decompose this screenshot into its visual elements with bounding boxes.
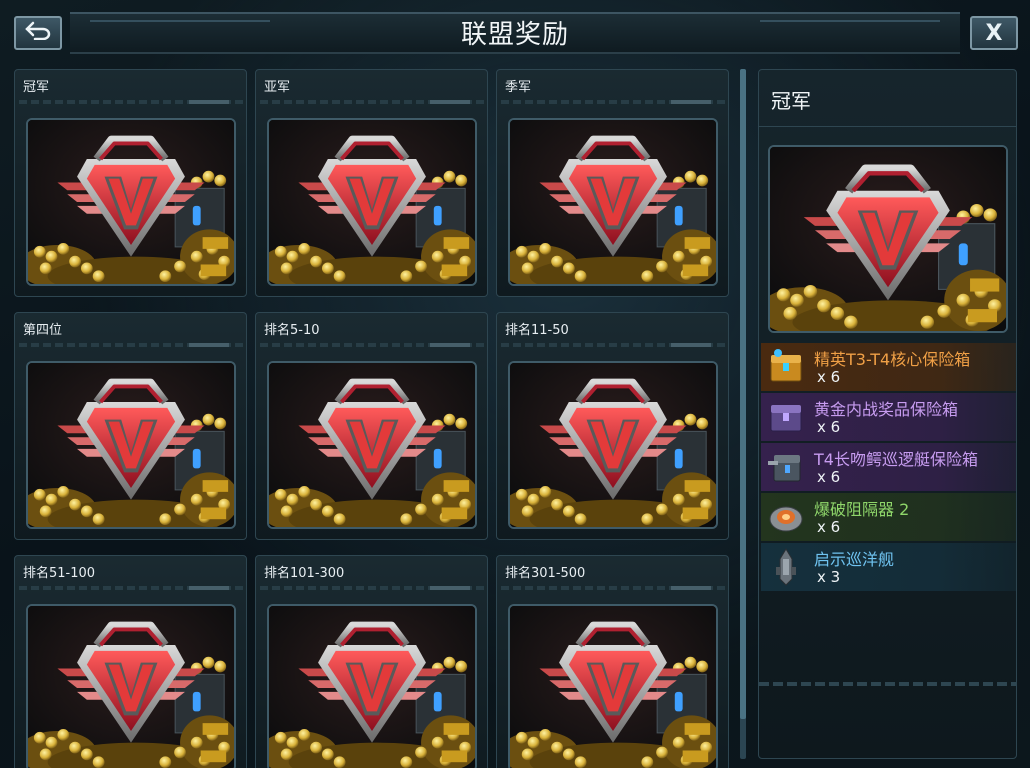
purple-crate-icon (766, 397, 806, 437)
item-quantity: x 6 (817, 368, 841, 386)
card-stripe (19, 100, 243, 104)
item-quantity: x 6 (817, 418, 841, 436)
card-reward-image (26, 604, 236, 768)
card-rank-label: 排名301-500 (505, 566, 586, 581)
alliance-emblem-icon (269, 120, 475, 284)
item-name: T4长吻鳄巡逻艇保险箱 (814, 450, 978, 469)
scrollbar[interactable] (740, 69, 746, 759)
reward-card[interactable]: 亚军 (255, 69, 488, 297)
card-reward-image (508, 118, 718, 286)
reward-card[interactable]: 排名51-100 (14, 555, 247, 768)
scrollbar-thumb[interactable] (740, 69, 746, 719)
reward-item-row[interactable]: 启示巡洋舰 x 3 (761, 543, 1016, 591)
card-rank-label: 冠军 (23, 80, 50, 95)
card-rank-label: 排名11-50 (505, 323, 569, 338)
back-arrow-icon (23, 20, 53, 46)
reward-card[interactable]: 排名11-50 (496, 312, 729, 540)
reward-item-row[interactable]: 精英T3-T4核心保险箱 x 6 (761, 343, 1016, 391)
close-label: X (985, 20, 1003, 46)
card-rank-label: 排名5-10 (264, 323, 320, 338)
reward-card[interactable]: 排名101-300 (255, 555, 488, 768)
divider (759, 126, 1016, 127)
alliance-emblem-icon (28, 120, 234, 284)
card-stripe (501, 343, 725, 347)
gold-crate-icon (766, 347, 806, 387)
item-quantity: x 6 (817, 518, 841, 536)
reward-item-row[interactable]: 黄金内战奖品保险箱 x 6 (761, 393, 1016, 441)
alliance-emblem-icon (269, 363, 475, 527)
card-reward-image (267, 361, 477, 529)
alliance-emblem-icon (770, 147, 1006, 331)
back-button[interactable] (14, 16, 62, 50)
alliance-emblem-icon (28, 606, 234, 768)
card-reward-image (267, 118, 477, 286)
page-title: 联盟奖励 (460, 20, 569, 50)
alliance-emblem-icon (510, 606, 716, 768)
detail-reward-image (768, 145, 1008, 333)
card-reward-image (267, 604, 477, 768)
item-name: 启示巡洋舰 (814, 550, 895, 569)
reward-item-row[interactable]: T4长吻鳄巡逻艇保险箱 x 6 (761, 443, 1016, 491)
item-quantity: x 3 (817, 568, 841, 586)
reward-card[interactable]: 季军 (496, 69, 729, 297)
card-reward-image (508, 604, 718, 768)
card-rank-label: 亚军 (264, 80, 291, 95)
alliance-emblem-icon (269, 606, 475, 768)
item-quantity: x 6 (817, 468, 841, 486)
card-stripe (19, 343, 243, 347)
alliance-emblem-icon (510, 363, 716, 527)
reward-grid: 冠军 亚军 季军 第四位 排名5-10 排名11-50 排名51-100 排名1… (14, 69, 730, 768)
card-reward-image (26, 361, 236, 529)
card-stripe (501, 586, 725, 590)
card-stripe (501, 100, 725, 104)
card-stripe (260, 586, 484, 590)
card-reward-image (508, 361, 718, 529)
card-stripe (19, 586, 243, 590)
card-rank-label: 季军 (505, 80, 532, 95)
patrol-boat-crate-icon (766, 447, 806, 487)
card-rank-label: 排名51-100 (23, 566, 96, 581)
card-reward-image (26, 118, 236, 286)
card-rank-label: 排名101-300 (264, 566, 345, 581)
card-stripe (260, 100, 484, 104)
card-stripe (260, 343, 484, 347)
blast-barrier-icon (766, 497, 806, 537)
close-button[interactable]: X (970, 16, 1018, 50)
reward-card[interactable]: 第四位 (14, 312, 247, 540)
detail-panel: 冠军 精英T3-T4核心保险箱 x 6 黄金内战奖品保险箱 x 6 T4长吻鳄巡… (758, 69, 1017, 759)
alliance-emblem-icon (510, 120, 716, 284)
reward-card[interactable]: 冠军 (14, 69, 247, 297)
item-name: 黄金内战奖品保险箱 (814, 400, 959, 419)
detail-title: 冠军 (771, 89, 811, 113)
panel-footer-stripe (759, 682, 1016, 686)
item-name: 爆破阻隔器 2 (814, 500, 910, 519)
reward-item-row[interactable]: 爆破阻隔器 2 x 6 (761, 493, 1016, 541)
card-rank-label: 第四位 (23, 323, 63, 338)
header: 联盟奖励 X (0, 0, 1030, 60)
reward-card[interactable]: 排名5-10 (255, 312, 488, 540)
reward-card[interactable]: 排名301-500 (496, 555, 729, 768)
cruiser-ship-icon (766, 547, 806, 587)
alliance-emblem-icon (28, 363, 234, 527)
reward-item-list: 精英T3-T4核心保险箱 x 6 黄金内战奖品保险箱 x 6 T4长吻鳄巡逻艇保… (761, 343, 1016, 593)
item-name: 精英T3-T4核心保险箱 (814, 350, 971, 369)
